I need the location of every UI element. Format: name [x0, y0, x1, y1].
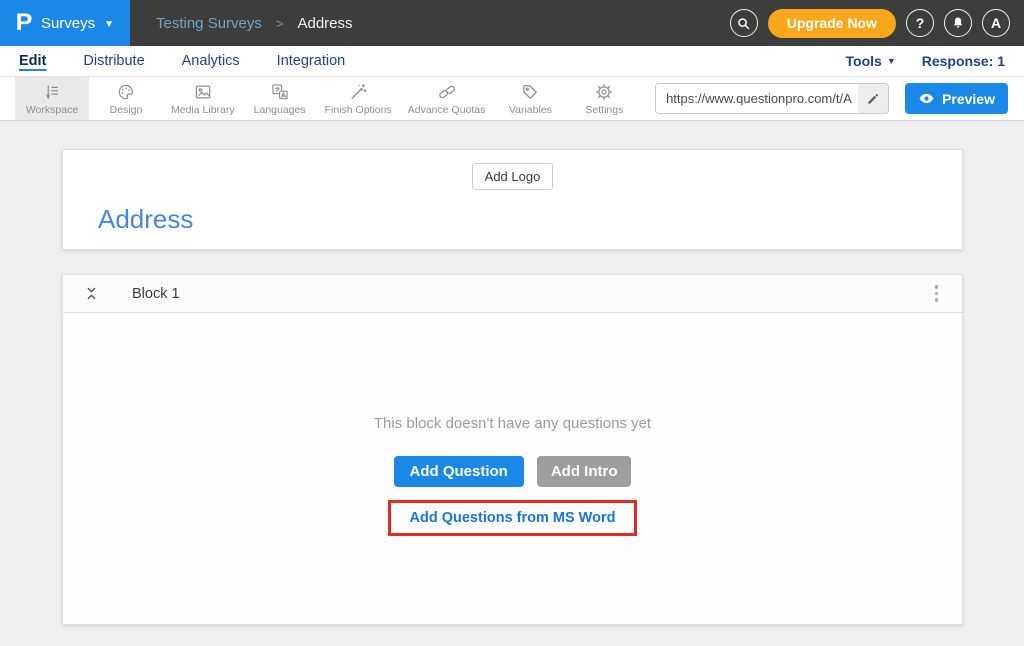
- block-title[interactable]: Block 1: [132, 286, 180, 302]
- toolbar-item-advance-quotas[interactable]: Advance Quotas: [400, 77, 494, 120]
- product-name: Surveys: [41, 15, 95, 32]
- msword-row: Add Questions from MS Word: [63, 500, 962, 536]
- toolbar-label: Languages: [254, 104, 306, 116]
- toolbar-label: Variables: [509, 104, 552, 116]
- top-bar: P Surveys ▼ Testing Surveys > Address Up…: [0, 0, 1024, 46]
- add-questions-from-ms-word-link[interactable]: Add Questions from MS Word: [410, 510, 616, 526]
- survey-toolbar: Workspace Design Media Library: [0, 77, 1024, 121]
- tab-integration[interactable]: Integration: [277, 53, 346, 69]
- add-logo-button[interactable]: Add Logo: [472, 163, 554, 190]
- toolbar-label: Media Library: [171, 104, 235, 116]
- edit-url-button[interactable]: [858, 84, 888, 113]
- dot: [935, 298, 939, 302]
- breadcrumb: Testing Surveys > Address: [156, 0, 353, 46]
- breadcrumb-parent-link[interactable]: Testing Surveys: [156, 15, 262, 32]
- topbar-actions: Upgrade Now ? A: [730, 0, 1024, 46]
- search-button[interactable]: [730, 9, 758, 37]
- toolbar-label: Advance Quotas: [408, 104, 486, 116]
- settings-icon: [594, 82, 614, 102]
- chevron-down-icon: ▼: [104, 19, 114, 30]
- preview-button[interactable]: Preview: [905, 83, 1008, 114]
- block-card: Block 1 This block doesn't have any ques…: [62, 274, 963, 625]
- advance-quotas-icon: [437, 82, 457, 102]
- main-nav: Edit Distribute Analytics Integration To…: [0, 46, 1024, 77]
- toolbar-label: Finish Options: [325, 104, 392, 116]
- survey-url-group: [655, 83, 889, 114]
- toolbar-item-design[interactable]: Design: [89, 77, 163, 120]
- breadcrumb-separator: >: [276, 16, 284, 31]
- chevron-down-icon: ▼: [887, 56, 896, 66]
- avatar-initial: A: [991, 15, 1001, 31]
- tab-analytics[interactable]: Analytics: [182, 53, 240, 69]
- pencil-icon: [866, 92, 880, 106]
- upgrade-now-button[interactable]: Upgrade Now: [768, 9, 896, 38]
- tab-edit[interactable]: Edit: [19, 53, 46, 69]
- block-header: Block 1: [63, 275, 962, 313]
- survey-header-card: Add Logo Address: [62, 149, 963, 250]
- block-body: This block doesn't have any questions ye…: [63, 313, 962, 624]
- dot: [935, 292, 939, 296]
- search-icon: [736, 16, 751, 31]
- design-icon: [116, 82, 136, 102]
- workspace-icon: [42, 82, 62, 102]
- collapse-block-button[interactable]: [84, 285, 99, 302]
- survey-title[interactable]: Address: [98, 204, 962, 235]
- tools-label: Tools: [846, 53, 882, 69]
- toolbar-label: Design: [110, 104, 143, 116]
- collapse-icon: [84, 285, 99, 302]
- question-mark-icon: ?: [916, 15, 925, 31]
- toolbar-label: Settings: [585, 104, 623, 116]
- breadcrumb-current: Address: [297, 15, 352, 32]
- media-library-icon: [193, 82, 213, 102]
- nav-right: Tools ▼ Response: 1: [846, 53, 1005, 69]
- preview-label: Preview: [942, 91, 995, 107]
- block-options-menu[interactable]: [929, 281, 945, 306]
- response-count: Response: 1: [922, 53, 1005, 69]
- notifications-button[interactable]: [944, 9, 972, 37]
- help-button[interactable]: ?: [906, 9, 934, 37]
- tab-distribute[interactable]: Distribute: [83, 53, 144, 69]
- add-question-button[interactable]: Add Question: [394, 456, 524, 487]
- product-switcher[interactable]: P Surveys ▼: [0, 0, 130, 46]
- toolbar-item-settings[interactable]: Settings: [567, 77, 641, 120]
- toolbar-item-finish-options[interactable]: Finish Options: [317, 77, 400, 120]
- dot: [935, 285, 939, 289]
- toolbar-item-workspace[interactable]: Workspace: [15, 77, 89, 120]
- toolbar-item-languages[interactable]: Languages: [243, 77, 317, 120]
- survey-url-input[interactable]: [656, 84, 858, 113]
- languages-icon: [270, 82, 290, 102]
- toolbar-label: Workspace: [26, 104, 78, 116]
- eye-icon: [918, 90, 935, 107]
- block-actions: Add Question Add Intro: [63, 456, 962, 487]
- empty-block-message: This block doesn't have any questions ye…: [63, 415, 962, 432]
- variables-icon: [520, 82, 540, 102]
- tools-dropdown[interactable]: Tools ▼: [846, 53, 896, 69]
- bell-icon: [951, 16, 965, 30]
- finish-options-icon: [348, 82, 368, 102]
- toolbar-item-variables[interactable]: Variables: [493, 77, 567, 120]
- red-highlight-annotation: Add Questions from MS Word: [388, 500, 638, 536]
- account-avatar[interactable]: A: [982, 9, 1010, 37]
- questionpro-logo: P: [16, 11, 33, 35]
- add-intro-button[interactable]: Add Intro: [537, 456, 632, 487]
- toolbar-item-media-library[interactable]: Media Library: [163, 77, 243, 120]
- survey-editor-main: Add Logo Address Block 1 This block does…: [0, 121, 1024, 625]
- toolbar-right: Preview: [655, 77, 1024, 120]
